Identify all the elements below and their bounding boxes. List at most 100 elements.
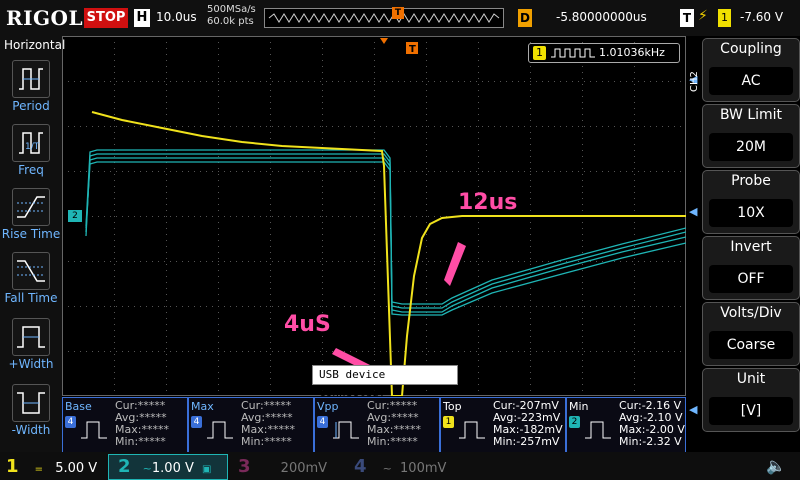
positive-width-label: +Width: [8, 357, 54, 371]
ch4-number: 4: [354, 456, 367, 477]
measurement-channel: 4: [191, 416, 202, 428]
measurement-base[interactable]: Base 4 Cur:***** Avg:***** Max:***** Min:**…: [62, 397, 188, 453]
measurement-values: Cur:***** Avg:***** Max:***** Min:*****: [367, 399, 421, 448]
delay-value[interactable]: -5.80000000us: [556, 10, 647, 24]
negative-width-label: -Width: [11, 423, 51, 437]
negative-width-icon: [17, 392, 45, 414]
vpp-measure-icon: [333, 421, 359, 439]
menu-bw-limit-value: 20M: [709, 133, 793, 161]
menu-volts-div[interactable]: Volts/Div Coarse: [702, 302, 800, 366]
trigger-source: 1: [718, 9, 731, 27]
svg-text:1/T: 1/T: [25, 142, 40, 152]
measurement-channel: 1: [443, 416, 454, 428]
ch4-scale: 100mV: [400, 461, 447, 476]
menu-invert-title: Invert: [730, 239, 772, 255]
rise-time-button[interactable]: [12, 188, 50, 226]
frequency-value: 1.01036kHz: [599, 46, 665, 59]
measurement-values: Cur:-207mV Avg:-223mV Max:-182mV Min:-257mV: [493, 399, 563, 448]
freq-label: Freq: [18, 163, 44, 177]
fall-time-icon: [17, 260, 45, 282]
menu-invert[interactable]: Invert OFF: [702, 236, 800, 300]
max-measure-icon: [207, 421, 233, 439]
channel-status-bar: 1 = 5.00 V 2 ~1.00 V ▣ 3 200mV 4 ~ 100mV…: [0, 452, 800, 480]
delay-label: D: [518, 9, 532, 27]
channel-menu: Coupling AC ◀ BW Limit 20M Probe 10X ◀ I…: [686, 36, 800, 452]
annotation-12us: 12us: [458, 190, 518, 215]
ch2-number: 2: [118, 456, 131, 477]
sample-info: 500MSa/s 60.0k pts: [207, 4, 256, 28]
ch2-coupling: ~: [142, 462, 152, 475]
ch1-scale: 5.00 V: [55, 461, 98, 476]
measurement-max[interactable]: Max 4 Cur:***** Avg:***** Max:***** Min:***…: [188, 397, 314, 453]
fall-time-label: Fall Time: [4, 291, 58, 305]
period-button[interactable]: [12, 60, 50, 98]
ch4-status[interactable]: 4 ~ 100mV: [354, 456, 446, 477]
menu-probe-value: 10X: [709, 199, 793, 227]
period-icon: [19, 68, 43, 90]
menu-unit-title: Unit: [736, 371, 766, 387]
measurement-values: Cur:-2.16 V Avg:-2.10 V Max:-2.00 V Min:-2.…: [619, 399, 685, 448]
waveform-display[interactable]: T: [62, 36, 686, 396]
waveform-overview[interactable]: T: [264, 7, 504, 28]
measurement-min[interactable]: Min 2 Cur:-2.16 V Avg:-2.10 V Max:-2.00 VM…: [566, 397, 686, 453]
measurement-top[interactable]: Top 1 Cur:-207mV Avg:-223mV Max:-182mV Min:…: [440, 397, 566, 453]
menu-volts-div-title: Volts/Div: [720, 305, 782, 321]
panel-title: Horizontal: [4, 38, 66, 52]
negative-width-button[interactable]: [12, 384, 50, 422]
menu-probe-title: Probe: [731, 173, 771, 189]
menu-bw-limit-title: BW Limit: [719, 107, 783, 123]
menu-unit[interactable]: Unit [V] ◀: [689, 368, 800, 432]
top-status-bar: RIGOL STOP H 10.0us 500MSa/s 60.0k pts T…: [0, 0, 800, 36]
min-measure-icon: [585, 421, 611, 439]
measurement-values: Cur:***** Avg:***** Max:***** Min:*****: [115, 399, 169, 448]
brand-logo: RIGOL: [6, 6, 84, 30]
measurement-channel: 4: [65, 416, 76, 428]
overview-wave-icon: [268, 13, 500, 23]
menu-unit-value: [V]: [709, 397, 793, 425]
menu-volts-div-value: Coarse: [709, 331, 793, 359]
trigger-label: T: [680, 9, 694, 27]
freq-icon: 1/T: [19, 132, 43, 154]
positive-width-button[interactable]: [12, 318, 50, 356]
bw-limit-icon: ▣: [202, 464, 212, 475]
timebase-label: H: [134, 9, 150, 27]
measurement-vpp[interactable]: Vpp 4 Cur:***** Avg:***** Max:***** Min:***…: [314, 397, 440, 453]
rise-time-label: Rise Time: [1, 227, 61, 241]
ch4-coupling: ~: [382, 462, 392, 475]
square-wave-icon: [551, 48, 595, 58]
timebase-value: 10.0us: [156, 10, 197, 24]
period-label: Period: [12, 99, 50, 113]
mute-speaker-icon[interactable]: 🔈: [766, 456, 786, 475]
frequency-channel: 1: [533, 46, 546, 60]
fall-time-button[interactable]: [12, 252, 50, 290]
trigger-position-icon: [380, 38, 388, 44]
select-arrow-icon: ◀: [689, 205, 698, 218]
overview-trigger-marker: T: [392, 7, 404, 19]
ch3-status[interactable]: 3 200mV: [238, 456, 327, 477]
trigger-edge-icon: ⚡: [698, 8, 708, 24]
timebase-display[interactable]: H 10.0us: [134, 9, 200, 27]
ch2-scale: 1.00 V: [151, 461, 194, 476]
ch1-status[interactable]: 1 = 5.00 V: [6, 456, 97, 477]
freq-button[interactable]: 1/T: [12, 124, 50, 162]
menu-coupling[interactable]: Coupling AC ◀: [689, 38, 800, 102]
measurement-name: Base: [65, 400, 92, 413]
measurement-name: Min: [569, 400, 589, 413]
ch3-scale: 200mV: [280, 461, 328, 476]
run-stop-indicator[interactable]: STOP: [84, 8, 128, 28]
sample-rate: 500MSa/s: [207, 4, 256, 15]
menu-bw-limit[interactable]: BW Limit 20M: [702, 104, 800, 168]
measurement-name: Max: [191, 400, 214, 413]
trigger-level[interactable]: -7.60 V: [740, 10, 783, 24]
usb-notification: USB device connected!: [312, 365, 458, 399]
menu-invert-value: OFF: [709, 265, 793, 293]
measurement-name: Vpp: [317, 400, 339, 413]
menu-coupling-title: Coupling: [720, 41, 782, 57]
positive-width-icon: [17, 326, 45, 348]
menu-probe[interactable]: Probe 10X ◀: [689, 170, 800, 234]
ch2-status[interactable]: 2 ~1.00 V ▣: [118, 456, 211, 477]
measurement-channel: 2: [569, 416, 580, 428]
ch2-offset-marker[interactable]: 2: [68, 210, 82, 222]
select-arrow-icon: ◀: [689, 403, 698, 416]
horizontal-measure-panel: Horizontal Period 1/T Freq Rise Time Fal…: [0, 36, 66, 452]
